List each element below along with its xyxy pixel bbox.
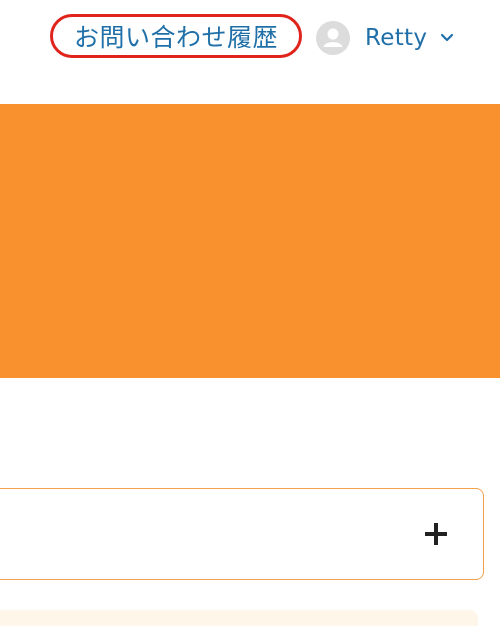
- user-avatar-icon: [316, 21, 350, 55]
- top-header: お問い合わせ履歴 Retty: [0, 0, 500, 80]
- page: お問い合わせ履歴 Retty: [0, 0, 500, 626]
- user-menu[interactable]: Retty: [316, 20, 454, 56]
- lower-card: [0, 610, 478, 626]
- chevron-down-icon[interactable]: [440, 31, 454, 45]
- accordion-panel[interactable]: [0, 488, 484, 580]
- hero-banner: [0, 104, 500, 378]
- plus-icon[interactable]: [425, 523, 447, 545]
- user-name: Retty: [365, 25, 428, 51]
- inquiry-history-link[interactable]: お問い合わせ履歴: [50, 14, 302, 58]
